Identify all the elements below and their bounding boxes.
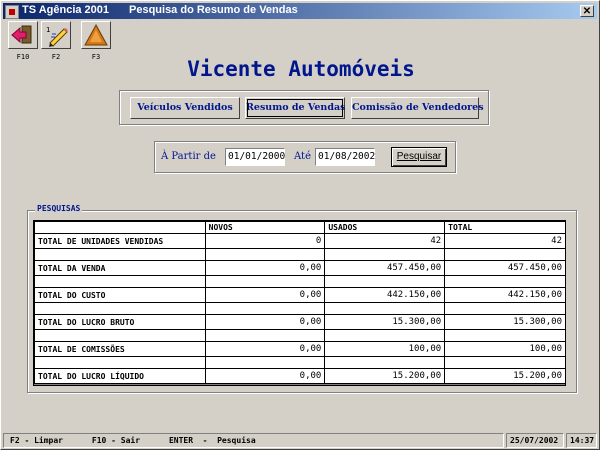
row-label: TOTAL DO LUCRO LÍQUIDO xyxy=(34,368,206,384)
table-row[interactable]: TOTAL DE COMISSÕES 0,00 100,00 100,00 xyxy=(34,341,566,357)
cell-usados[interactable]: 15.300,00 xyxy=(324,314,446,330)
nav-button-sales-summary[interactable]: Resumo de Vendas xyxy=(245,97,345,119)
results-grid[interactable]: NOVOS USADOS TOTAL TOTAL DE UNIDADES VEN… xyxy=(33,220,566,386)
cell-total[interactable]: 15.200,00 xyxy=(444,368,566,384)
table-header-row: NOVOS USADOS TOTAL xyxy=(34,221,566,234)
results-group-label: PESQUISAS xyxy=(35,204,83,213)
cell-usados[interactable]: 42 xyxy=(324,233,446,249)
table-spacer-row xyxy=(34,275,566,288)
table-row[interactable]: TOTAL DO LUCRO LÍQUIDO 0,00 15.200,00 15… xyxy=(34,368,566,384)
from-date-field[interactable]: 01/01/2000 xyxy=(225,148,285,166)
cell-usados[interactable]: 442.150,00 xyxy=(324,287,446,303)
row-label: TOTAL DA VENDA xyxy=(34,260,206,276)
row-label: TOTAL DO CUSTO xyxy=(34,287,206,303)
exit-button[interactable] xyxy=(8,21,38,49)
date-filter-group: À Partir de 01/01/2000 Até 01/08/2002 Pe… xyxy=(154,141,456,173)
status-bar: F2 - Limpar F10 - Sair ENTER - Pesquisa … xyxy=(1,432,599,449)
table-spacer-row xyxy=(34,302,566,315)
search-shortcut-button[interactable] xyxy=(81,21,111,49)
page-title: Vicente Automóveis xyxy=(187,57,415,81)
cell-novos[interactable]: 0,00 xyxy=(204,287,326,303)
status-time: 14:37 xyxy=(566,433,597,448)
clear-button[interactable]: 1 xyxy=(41,21,71,49)
eraser-pencil-icon: 1 xyxy=(46,26,68,47)
exit-door-arrow-icon xyxy=(11,25,32,44)
status-date: 25/07/2002 xyxy=(506,433,564,448)
cell-novos[interactable]: 0,00 xyxy=(204,341,326,357)
table-spacer-row xyxy=(34,356,566,369)
row-label: TOTAL DE UNIDADES VENDIDAS xyxy=(34,233,206,249)
cell-usados[interactable]: 100,00 xyxy=(324,341,446,357)
app-icon[interactable] xyxy=(5,5,19,19)
svg-text:1: 1 xyxy=(46,26,50,34)
cell-total[interactable]: 442.150,00 xyxy=(444,287,566,303)
table-spacer-row xyxy=(34,248,566,261)
cell-usados[interactable]: 457.450,00 xyxy=(324,260,446,276)
table-row[interactable]: TOTAL DO LUCRO BRUTO 0,00 15.300,00 15.3… xyxy=(34,314,566,330)
title-screen-name: Pesquisa do Resumo de Vendas xyxy=(129,4,298,16)
column-header-usados: USADOS xyxy=(324,221,446,234)
cell-total[interactable]: 457.450,00 xyxy=(444,260,566,276)
cell-novos[interactable]: 0,00 xyxy=(204,260,326,276)
results-table: NOVOS USADOS TOTAL TOTAL DE UNIDADES VEN… xyxy=(34,221,566,384)
cell-novos[interactable]: 0,00 xyxy=(204,368,326,384)
to-date-label: Até xyxy=(294,151,311,162)
report-nav-group: Veículos Vendidos Resumo de Vendas Comis… xyxy=(119,90,489,125)
table-header-corner xyxy=(34,221,206,234)
row-label: TOTAL DO LUCRO BRUTO xyxy=(34,314,206,330)
table-row[interactable]: TOTAL DO CUSTO 0,00 442.150,00 442.150,0… xyxy=(34,287,566,303)
to-date-field[interactable]: 01/08/2002 xyxy=(315,148,375,166)
column-header-total: TOTAL xyxy=(444,221,566,234)
triangle-icon xyxy=(84,23,108,46)
title-app-name: TS Agência 2001 xyxy=(22,4,110,16)
cell-total[interactable]: 42 xyxy=(444,233,566,249)
title-bar[interactable]: TS Agência 2001 Pesquisa do Resumo de Ve… xyxy=(3,3,597,19)
cell-total[interactable]: 100,00 xyxy=(444,341,566,357)
app-window: TS Agência 2001 Pesquisa do Resumo de Ve… xyxy=(0,0,600,450)
column-header-novos: NOVOS xyxy=(204,221,326,234)
cell-novos[interactable]: 0 xyxy=(204,233,326,249)
close-button[interactable]: ✕ xyxy=(580,5,594,17)
table-spacer-row xyxy=(34,329,566,342)
cell-total[interactable]: 15.300,00 xyxy=(444,314,566,330)
table-row[interactable]: TOTAL DE UNIDADES VENDIDAS 0 42 42 xyxy=(34,233,566,249)
cell-usados[interactable]: 15.200,00 xyxy=(324,368,446,384)
nav-button-seller-commission[interactable]: Comissão de Vendedores xyxy=(351,97,484,119)
search-button[interactable]: Pesquisar xyxy=(391,147,447,167)
row-label: TOTAL DE COMISSÕES xyxy=(34,341,206,357)
status-hints: F2 - Limpar F10 - Sair ENTER - Pesquisa xyxy=(3,433,504,448)
cell-novos[interactable]: 0,00 xyxy=(204,314,326,330)
table-row[interactable]: TOTAL DA VENDA 0,00 457.450,00 457.450,0… xyxy=(34,260,566,276)
from-date-label: À Partir de xyxy=(161,151,216,162)
nav-button-vehicles-sold[interactable]: Veículos Vendidos xyxy=(130,97,240,119)
